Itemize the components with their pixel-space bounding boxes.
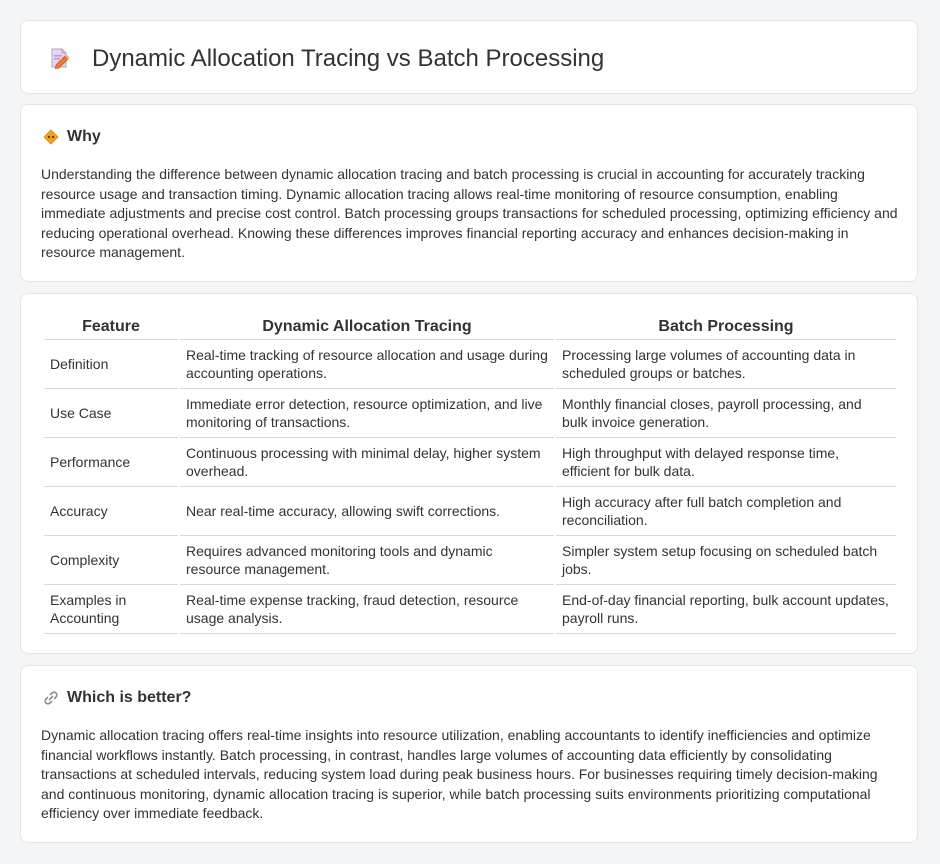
comparison-card: Feature Dynamic Allocation Tracing Batch… <box>20 293 918 654</box>
page-title: Dynamic Allocation Tracing vs Batch Proc… <box>92 45 605 72</box>
better-header: Which is better? <box>43 688 191 708</box>
why-heading: Why <box>67 128 101 145</box>
pencil-document-icon <box>51 48 70 69</box>
row-dynamic-cell: Real-time tracking of resource allocatio… <box>180 340 554 389</box>
table-row: Performance Continuous processing with m… <box>44 438 896 487</box>
row-batch-cell: End-of-day financial reporting, bulk acc… <box>556 585 896 634</box>
warning-diamond-icon <box>43 129 59 145</box>
row-feature-cell: Complexity <box>44 536 178 585</box>
title-card: Dynamic Allocation Tracing vs Batch Proc… <box>20 20 918 94</box>
row-feature-cell: Examples in Accounting <box>44 585 178 634</box>
table-row: Accuracy Near real-time accuracy, allowi… <box>44 487 896 536</box>
row-batch-cell: Processing large volumes of accounting d… <box>556 340 896 389</box>
row-batch-cell: Simpler system setup focusing on schedul… <box>556 536 896 585</box>
table-row: Use Case Immediate error detection, reso… <box>44 389 896 438</box>
better-text: Dynamic allocation tracing offers real-t… <box>41 727 878 822</box>
comparison-table: Feature Dynamic Allocation Tracing Batch… <box>42 316 898 634</box>
better-heading: Which is better? <box>67 689 192 706</box>
why-text: Understanding the difference between dyn… <box>41 166 898 261</box>
row-dynamic-cell: Requires advanced monitoring tools and d… <box>180 536 554 585</box>
row-dynamic-cell: Near real-time accuracy, allowing swift … <box>180 487 554 536</box>
why-section: Why Understanding the difference between… <box>20 104 918 282</box>
row-dynamic-cell: Continuous processing with minimal delay… <box>180 438 554 487</box>
row-feature-cell: Definition <box>44 340 178 389</box>
table-row: Definition Real-time tracking of resourc… <box>44 340 896 389</box>
row-feature-cell: Use Case <box>44 389 178 438</box>
page: Dynamic Allocation Tracing vs Batch Proc… <box>0 0 940 864</box>
row-batch-cell: High accuracy after full batch completio… <box>556 487 896 536</box>
row-feature-cell: Performance <box>44 438 178 487</box>
which-better-section: Which is better? Dynamic allocation trac… <box>20 665 918 843</box>
table-row: Complexity Requires advanced monitoring … <box>44 536 896 585</box>
table-row: Examples in Accounting Real-time expense… <box>44 585 896 634</box>
link-icon <box>44 691 58 705</box>
header-batch-processing: Batch Processing <box>556 316 896 340</box>
header-dynamic-allocation: Dynamic Allocation Tracing <box>180 316 554 340</box>
row-dynamic-cell: Immediate error detection, resource opti… <box>180 389 554 438</box>
row-batch-cell: High throughput with delayed response ti… <box>556 438 896 487</box>
row-batch-cell: Monthly financial closes, payroll proces… <box>556 389 896 438</box>
table-header-row: Feature Dynamic Allocation Tracing Batch… <box>44 316 896 340</box>
why-header: Why <box>43 127 101 147</box>
row-feature-cell: Accuracy <box>44 487 178 536</box>
header-feature: Feature <box>44 316 178 340</box>
row-dynamic-cell: Real-time expense tracking, fraud detect… <box>180 585 554 634</box>
